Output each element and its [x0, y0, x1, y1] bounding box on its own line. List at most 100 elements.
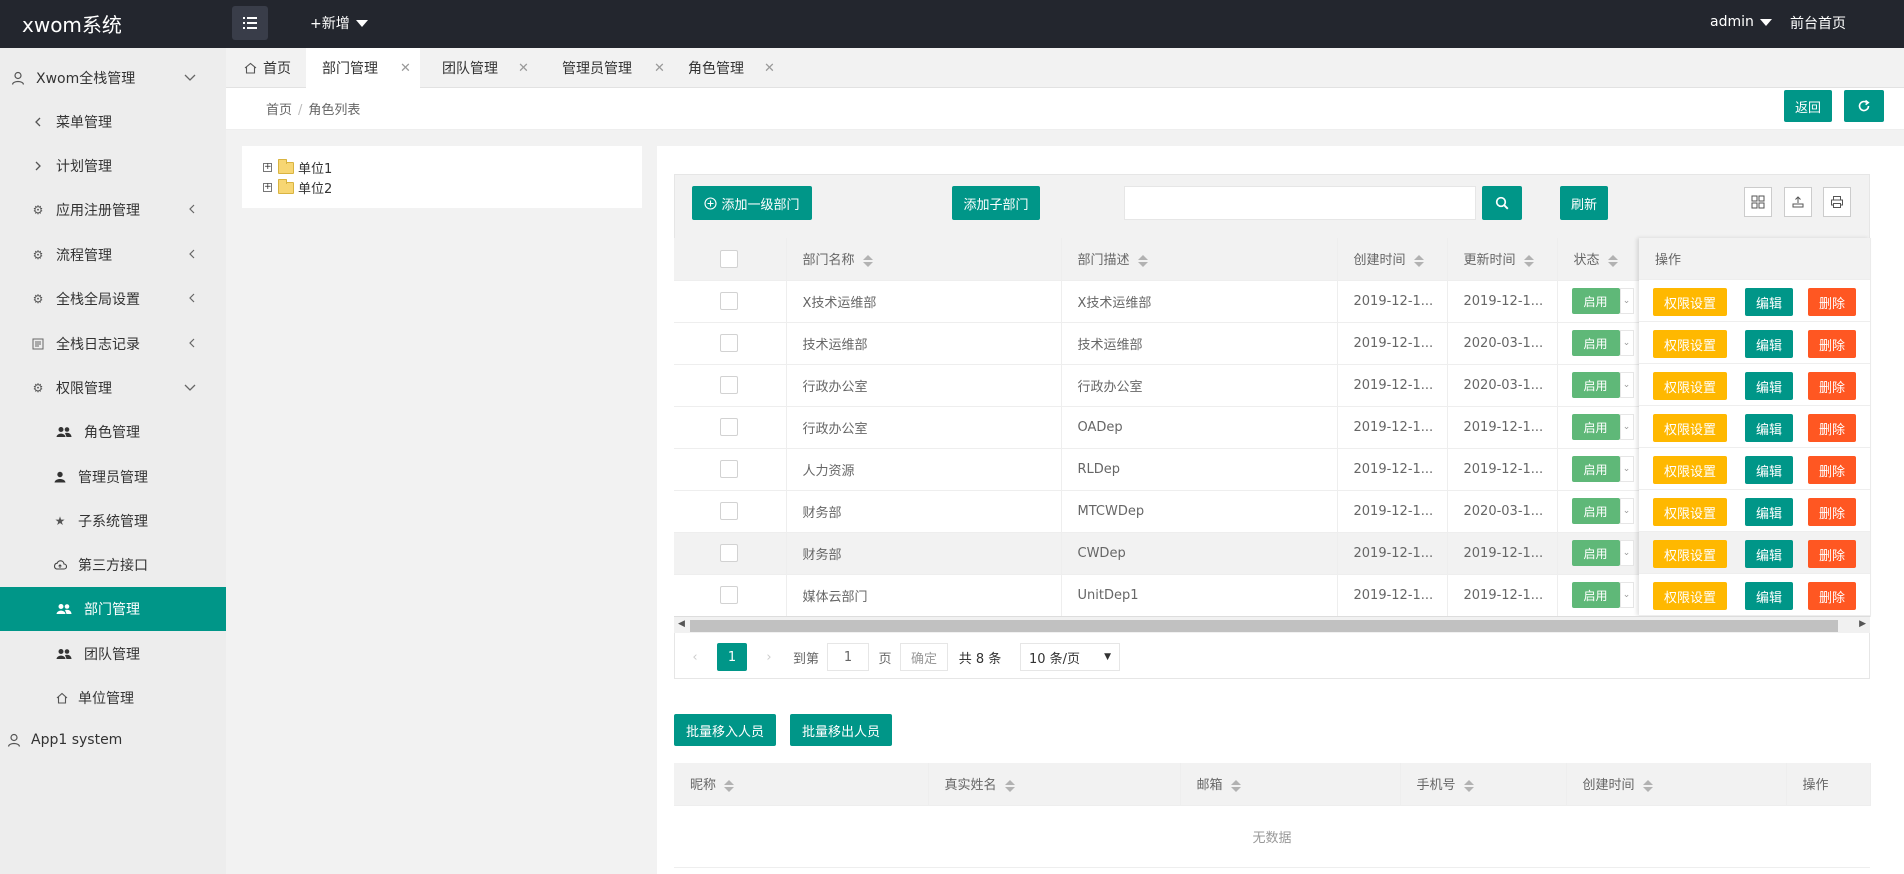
- breadcrumb-home[interactable]: 首页: [266, 103, 292, 118]
- column-header[interactable]: 创建时间: [1566, 763, 1787, 806]
- front-home-link[interactable]: 前台首页: [1790, 13, 1846, 33]
- edit-button[interactable]: 编辑: [1745, 498, 1793, 526]
- sidebar-item-logs[interactable]: 全栈日志记录: [0, 322, 226, 366]
- delete-button[interactable]: 删除: [1808, 414, 1856, 442]
- next-page-icon[interactable]: ›: [759, 643, 779, 671]
- close-icon[interactable]: ✕: [400, 61, 411, 76]
- tab-departments[interactable]: 部门管理 ✕: [306, 48, 420, 88]
- column-header[interactable]: 手机号: [1400, 763, 1567, 806]
- expand-icon[interactable]: +: [263, 183, 272, 192]
- refresh-button[interactable]: 刷新: [1560, 186, 1608, 220]
- edit-button[interactable]: 编辑: [1745, 540, 1793, 568]
- delete-button[interactable]: 删除: [1808, 288, 1856, 316]
- row-checkbox[interactable]: [720, 502, 738, 520]
- sort-icon[interactable]: [1523, 254, 1534, 267]
- status-select[interactable]: 启用 ⌄: [1571, 582, 1634, 608]
- print-icon[interactable]: [1823, 187, 1851, 217]
- sort-icon[interactable]: [724, 779, 735, 792]
- column-header[interactable]: 创建时间: [1337, 238, 1448, 281]
- app-logo[interactable]: xwom系统: [22, 9, 122, 38]
- edit-button[interactable]: 编辑: [1745, 456, 1793, 484]
- sidebar-item-flow[interactable]: ⚙ 流程管理: [0, 233, 226, 277]
- expand-icon[interactable]: +: [263, 163, 272, 172]
- close-icon[interactable]: ✕: [518, 61, 529, 76]
- edit-button[interactable]: 编辑: [1745, 330, 1793, 358]
- sort-icon[interactable]: [1607, 254, 1618, 267]
- tab-home[interactable]: 首页: [226, 48, 304, 88]
- edit-button[interactable]: 编辑: [1745, 288, 1793, 316]
- edit-button[interactable]: 编辑: [1745, 414, 1793, 442]
- column-header[interactable]: 部门名称: [786, 238, 1062, 281]
- batch-remove-members-button[interactable]: 批量移出人员: [790, 714, 892, 746]
- delete-button[interactable]: 删除: [1808, 498, 1856, 526]
- delete-button[interactable]: 删除: [1808, 372, 1856, 400]
- chevron-down-icon[interactable]: ⌄: [1619, 456, 1634, 482]
- tab-admins[interactable]: 管理员管理 ✕: [536, 48, 666, 88]
- search-input[interactable]: [1124, 186, 1476, 220]
- status-select[interactable]: 启用 ⌄: [1571, 540, 1634, 566]
- sidebar-item-app1[interactable]: App1 system: [0, 718, 226, 762]
- sidebar-item-roles[interactable]: 角色管理: [0, 410, 226, 454]
- scroll-left-icon[interactable]: ◀: [678, 619, 685, 629]
- scrollbar-thumb[interactable]: [690, 620, 1838, 632]
- edit-button[interactable]: 编辑: [1745, 372, 1793, 400]
- sidebar-item-global-settings[interactable]: ⚙ 全栈全局设置: [0, 277, 226, 321]
- scroll-right-icon[interactable]: ▶: [1859, 619, 1866, 629]
- permission-settings-button[interactable]: 权限设置: [1653, 414, 1727, 442]
- columns-filter-icon[interactable]: [1744, 187, 1772, 217]
- add-top-department-button[interactable]: 添加一级部门: [692, 186, 812, 220]
- export-icon[interactable]: [1784, 187, 1812, 217]
- permission-settings-button[interactable]: 权限设置: [1653, 540, 1727, 568]
- close-icon[interactable]: ✕: [654, 61, 665, 76]
- close-icon[interactable]: ✕: [764, 61, 775, 76]
- delete-button[interactable]: 删除: [1808, 540, 1856, 568]
- page-current[interactable]: 1: [717, 643, 747, 671]
- batch-add-members-button[interactable]: 批量移入人员: [674, 714, 776, 746]
- delete-button[interactable]: 删除: [1808, 582, 1856, 610]
- prev-page-icon[interactable]: ‹: [685, 643, 705, 671]
- tab-teams[interactable]: 团队管理 ✕: [422, 48, 534, 88]
- permission-settings-button[interactable]: 权限设置: [1653, 582, 1727, 610]
- column-header[interactable]: 更新时间: [1447, 238, 1558, 281]
- row-checkbox[interactable]: [720, 334, 738, 352]
- chevron-down-icon[interactable]: ⌄: [1619, 582, 1634, 608]
- sidebar-item-teams[interactable]: 团队管理: [0, 632, 226, 676]
- status-select[interactable]: 启用 ⌄: [1571, 330, 1634, 356]
- confirm-page-button[interactable]: 确定: [900, 643, 948, 671]
- column-header[interactable]: 状态: [1557, 238, 1640, 281]
- column-header[interactable]: 部门描述: [1061, 238, 1338, 281]
- sidebar-item-permissions[interactable]: ⚙ 权限管理: [0, 366, 226, 410]
- sidebar-item-units[interactable]: 单位管理: [0, 676, 226, 720]
- horizontal-scrollbar[interactable]: ◀ ▶: [674, 616, 1870, 633]
- chevron-down-icon[interactable]: ⌄: [1619, 372, 1634, 398]
- sort-icon[interactable]: [1137, 254, 1148, 267]
- delete-button[interactable]: 删除: [1808, 456, 1856, 484]
- select-all-checkbox[interactable]: [720, 249, 738, 268]
- tree-node[interactable]: + 单位1: [263, 158, 332, 177]
- sort-icon[interactable]: [1230, 779, 1241, 792]
- sort-icon[interactable]: [1642, 779, 1653, 792]
- row-checkbox[interactable]: [720, 544, 738, 562]
- permission-settings-button[interactable]: 权限设置: [1653, 288, 1727, 316]
- page-size-select[interactable]: 10 条/页 ▼: [1020, 643, 1120, 671]
- chevron-down-icon[interactable]: ⌄: [1619, 414, 1634, 440]
- sidebar-item-plan[interactable]: 计划管理: [0, 144, 226, 188]
- row-checkbox[interactable]: [720, 586, 738, 604]
- sort-icon[interactable]: [1413, 254, 1424, 267]
- chevron-down-icon[interactable]: ⌄: [1619, 330, 1634, 356]
- sidebar-item-app-register[interactable]: ⚙ 应用注册管理: [0, 188, 226, 232]
- sidebar-item-departments[interactable]: 部门管理: [0, 587, 226, 631]
- chevron-down-icon[interactable]: ⌄: [1619, 288, 1634, 314]
- sidebar-item-menu[interactable]: 菜单管理: [0, 100, 226, 144]
- chevron-down-icon[interactable]: ⌄: [1619, 540, 1634, 566]
- delete-button[interactable]: 删除: [1808, 330, 1856, 358]
- sidebar-item-third-party[interactable]: 第三方接口: [0, 543, 226, 587]
- row-checkbox[interactable]: [720, 418, 738, 436]
- tab-roles[interactable]: 角色管理 ✕: [668, 48, 778, 88]
- column-header[interactable]: 邮箱: [1180, 763, 1401, 806]
- sort-icon[interactable]: [1463, 779, 1474, 792]
- user-menu[interactable]: admin: [1710, 14, 1772, 30]
- permission-settings-button[interactable]: 权限设置: [1653, 498, 1727, 526]
- page-input[interactable]: 1: [827, 643, 869, 671]
- sort-icon[interactable]: [1004, 779, 1015, 792]
